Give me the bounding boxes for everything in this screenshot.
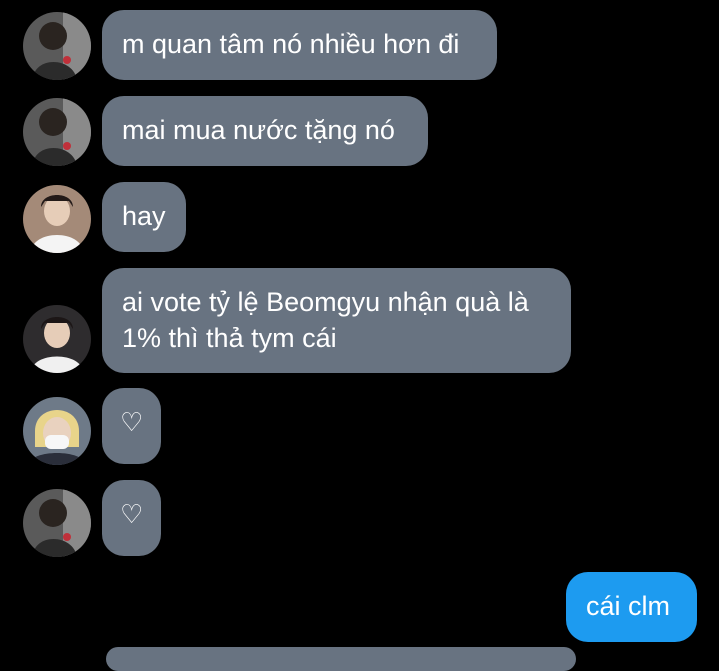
avatar-blonde-mask-icon[interactable] [23,397,91,465]
message-bubble: m quan tâm nó nhiều hơn đi [102,10,497,80]
message-bubble: ♡ [102,480,161,556]
avatar-white-shirt-icon[interactable] [23,305,91,373]
avatar-dark-hair-icon[interactable] [23,489,91,557]
message-bubble: ai vote tỷ lệ Beomgyu nhận quà là 1% thì… [102,268,571,373]
avatar-dark-hair-icon[interactable] [23,12,91,80]
message-bubble: mai mua nước tặng nó [102,96,428,166]
avatar-dark-hair-icon[interactable] [23,98,91,166]
avatar-white-shirt-icon[interactable] [23,185,91,253]
partial-message-bubble [106,647,576,671]
outgoing-message-bubble: cái clm [566,572,697,642]
message-bubble: ♡ [102,388,161,464]
message-bubble: hay [102,182,186,252]
